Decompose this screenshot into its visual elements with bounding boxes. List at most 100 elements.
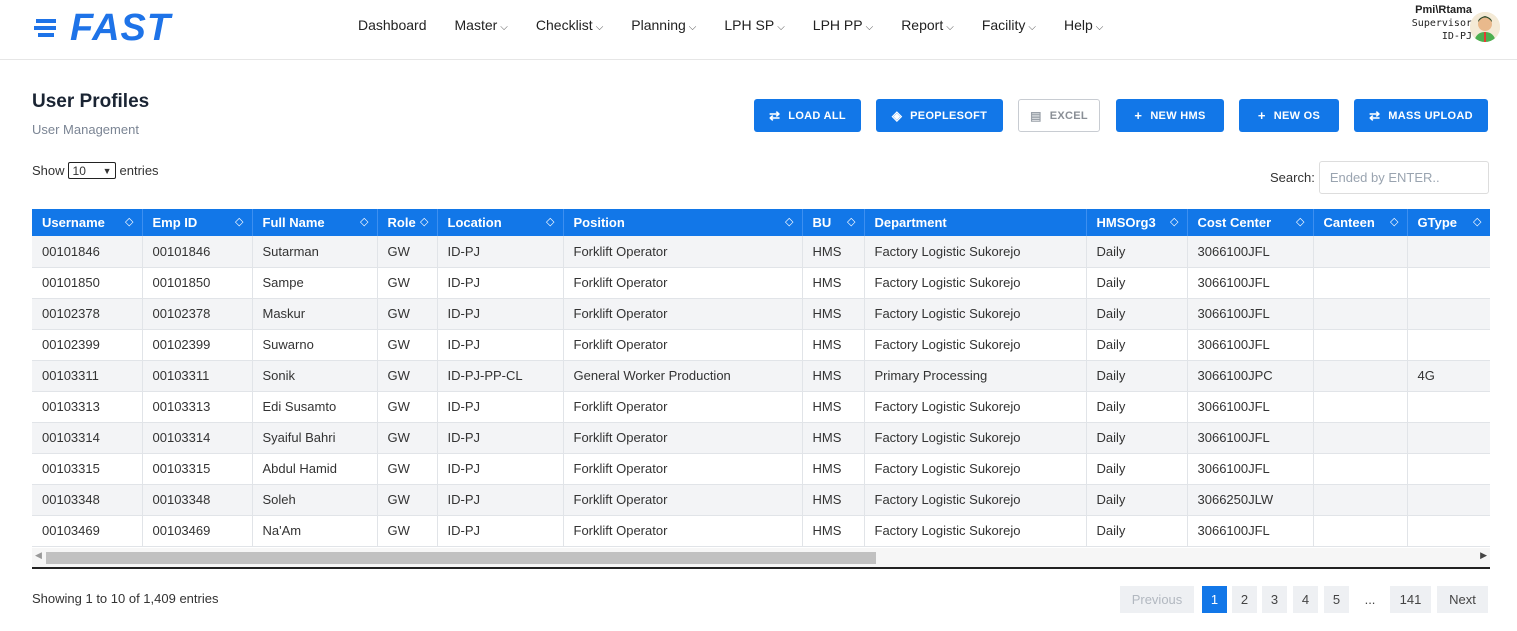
load-all-button[interactable]: ⇄ LOAD ALL [754,99,861,132]
table-cell: Factory Logistic Sukorejo [864,391,1087,423]
table-cell: Primary Processing [864,360,1087,392]
user-info[interactable]: Pmi\Rtama Supervisor ID-PJ [1400,4,1472,43]
table-cell: 00103311 [142,360,253,392]
table-row[interactable]: 00102378 00102378 Maskur GW ID-PJ Forklift Op… [32,298,1490,330]
table-row[interactable]: 00103313 00103313 Edi Susamto GW ID-PJ Forkli… [32,391,1490,423]
table-row[interactable]: 00103314 00103314 Syaiful Bahri GW ID-PJ Fork… [32,422,1490,454]
table-row[interactable]: 00102399 00102399 Suwarno GW ID-PJ Forklift O… [32,329,1490,361]
nav-item-planning[interactable]: Planning ⌵ [631,17,696,33]
nav-item-lph-sp[interactable]: LPH SP ⌵ [724,17,784,33]
table-cell: 3066100JFL [1187,236,1314,268]
nav-item-label: LPH SP [724,17,775,33]
next-button[interactable]: Next [1437,586,1488,613]
scroll-right-icon[interactable]: ▶ [1480,551,1487,561]
nav-item-help[interactable]: Help ⌵ [1064,17,1103,33]
page-title: User Profiles [32,91,150,112]
sort-icon: ◇ [785,216,794,228]
column-header-gtype[interactable]: GType ◇ [1407,209,1490,236]
table-cell: GW [377,515,438,547]
column-header-position[interactable]: Position ◇ [563,209,803,236]
excel-icon: ▤ [1030,108,1042,123]
table-cell: 00102399 [32,329,143,361]
column-header-hmsorg3[interactable]: HMSOrg3 ◇ [1086,209,1188,236]
table-cell: Factory Logistic Sukorejo [864,236,1087,268]
table-cell [1407,236,1490,268]
previous-button[interactable]: Previous [1120,586,1194,613]
column-header-canteen[interactable]: Canteen ◇ [1313,209,1408,236]
chevron-down-icon: ⌵ [595,22,604,33]
column-header-bu[interactable]: BU ◇ [802,209,865,236]
table-cell: ID-PJ [437,422,564,454]
load-all-label: LOAD ALL [788,109,846,122]
peoplesoft-button[interactable]: ◈ PEOPLESOFT [876,99,1003,132]
refresh-icon: ⇄ [1369,107,1381,123]
page-button-2[interactable]: 2 [1232,586,1257,613]
page-button-5[interactable]: 5 [1324,586,1349,613]
table-row[interactable]: 00101850 00101850 Sampe GW ID-PJ Forklift Ope… [32,267,1490,299]
table-cell: Forklift Operator [563,298,803,330]
table-cell: Suwarno [252,329,378,361]
table-cell: Edi Susamto [252,391,378,423]
speed-lines-icon [34,19,56,37]
nav-item-label: Planning [631,17,686,33]
column-header-location[interactable]: Location ◇ [437,209,564,236]
column-header-cost-center[interactable]: Cost Center ◇ [1187,209,1314,236]
table-cell: Daily [1086,484,1188,516]
search-input[interactable] [1318,161,1489,194]
table-cell: GW [377,298,438,330]
peoplesoft-label: PEOPLESOFT [910,109,988,122]
mass-upload-button[interactable]: ⇄ MASS UPLOAD [1354,99,1488,132]
table-cell: Factory Logistic Sukorejo [864,515,1087,547]
table-row[interactable]: 00103311 00103311 Sonik GW ID-PJ-PP-CL Genera… [32,360,1490,392]
new-hms-button[interactable]: + NEW HMS [1116,99,1224,132]
column-header-emp-id[interactable]: Emp ID ◇ [142,209,253,236]
nav-item-report[interactable]: Report ⌵ [901,17,954,33]
nav-item-checklist[interactable]: Checklist ⌵ [536,17,603,33]
column-header-department[interactable]: Department [864,209,1087,236]
table-row[interactable]: 00101846 00101846 Sutarman GW ID-PJ Forklift … [32,236,1490,268]
nav-item-lph-pp[interactable]: LPH PP ⌵ [813,17,873,33]
scrollbar-thumb[interactable] [46,552,876,564]
column-header-username[interactable]: Username ◇ [32,209,143,236]
plus-icon: + [1257,108,1266,123]
avatar[interactable] [1470,12,1500,42]
new-os-label: NEW OS [1273,109,1321,122]
table-cell: ID-PJ-PP-CL [437,360,564,392]
table-row[interactable]: 00103469 00103469 Na'Am GW ID-PJ Forklift Ope… [32,515,1490,547]
page-length-select[interactable]: 10 ▼ [67,162,116,179]
chevron-down-icon: ▼ [102,165,112,176]
show-label: Show [32,163,65,178]
page-button-3[interactable]: 3 [1262,586,1287,613]
horizontal-scrollbar[interactable]: ◀ ▶ [32,548,1490,569]
table-cell: Forklift Operator [563,329,803,361]
table-cell: Factory Logistic Sukorejo [864,298,1087,330]
table-cell: HMS [802,515,865,547]
column-header-full-name[interactable]: Full Name ◇ [252,209,378,236]
nav-item-master[interactable]: Master ⌵ [455,17,508,33]
page-button-4[interactable]: 4 [1293,586,1318,613]
app-logo[interactable]: FAST [34,7,171,49]
table-cell: GW [377,422,438,454]
nav-item-facility[interactable]: Facility ⌵ [982,17,1036,33]
search-label: Search: [1270,170,1315,185]
column-header-label: Username [42,215,105,230]
page-button-141[interactable]: 141 [1390,586,1431,613]
chevron-down-icon: ⌵ [500,22,508,33]
column-header-role[interactable]: Role ◇ [377,209,438,236]
pagination-ellipsis: ... [1364,592,1376,607]
table-cell: Forklift Operator [563,391,803,423]
nav-item-dashboard[interactable]: Dashboard [358,17,427,33]
table-cell: 00103315 [32,453,143,485]
search-control: Search: [1270,161,1489,194]
new-os-button[interactable]: + NEW OS [1239,99,1339,132]
scroll-left-icon[interactable]: ◀ [35,551,42,561]
page-length-value: 10 [72,163,86,178]
table-cell: 3066100JFL [1187,298,1314,330]
table-row[interactable]: 00103348 00103348 Soleh GW ID-PJ Forklift Ope… [32,484,1490,516]
excel-button[interactable]: ▤ EXCEL [1018,99,1100,132]
sort-icon: ◇ [125,216,134,228]
page-button-1[interactable]: 1 [1202,586,1227,613]
table-row[interactable]: 00103315 00103315 Abdul Hamid GW ID-PJ Forkli… [32,453,1490,485]
table-cell [1407,391,1490,423]
table-cell: GW [377,391,438,423]
